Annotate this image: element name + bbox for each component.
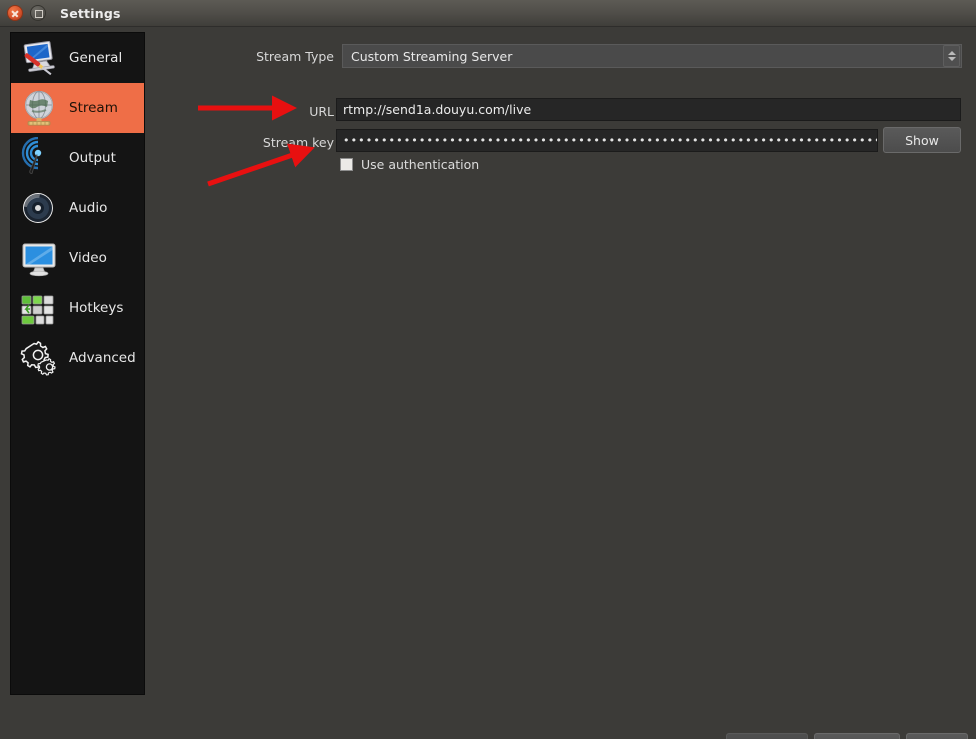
video-icon: [15, 235, 63, 281]
chevron-up-icon: [947, 51, 956, 55]
chevron-down-icon: [947, 57, 956, 61]
sidebar-item-general[interactable]: General: [11, 33, 144, 83]
sidebar-item-hotkeys[interactable]: Hotkeys: [11, 283, 144, 333]
stream-settings-pane: Stream Type Custom Streaming Server URL …: [152, 32, 972, 687]
sidebar-item-output[interactable]: Output: [11, 133, 144, 183]
stream-type-combobox[interactable]: Custom Streaming Server: [342, 44, 962, 68]
cancel-button[interactable]: Cancel: [814, 733, 900, 739]
title-bar: Settings: [0, 0, 976, 27]
stream-type-spinner[interactable]: [943, 45, 960, 67]
url-input[interactable]: rtmp://send1a.douyu.com/live: [336, 98, 961, 121]
apply-button[interactable]: Apply: [726, 733, 808, 739]
sidebar-item-label: Audio: [69, 200, 108, 216]
audio-icon: [15, 185, 63, 231]
hotkeys-icon: [15, 285, 63, 331]
sidebar-item-label: Video: [69, 250, 107, 266]
use-authentication-row[interactable]: Use authentication: [340, 157, 479, 172]
advanced-icon: [15, 335, 63, 381]
stream-key-label: Stream key: [262, 135, 334, 150]
stream-icon: [15, 85, 63, 131]
sidebar-item-stream[interactable]: Stream: [11, 83, 144, 133]
close-icon[interactable]: [7, 5, 23, 21]
sidebar-item-label: General: [69, 50, 123, 66]
settings-sidebar: General Stream Output Audio Video Hotkey…: [10, 32, 145, 695]
dialog-button-bar: Apply Cancel OK: [0, 689, 976, 739]
sidebar-item-label: Stream: [69, 100, 118, 116]
general-icon: [15, 35, 63, 81]
sidebar-item-advanced[interactable]: Advanced: [11, 333, 144, 383]
use-authentication-label: Use authentication: [361, 157, 480, 172]
settings-window: Settings General Stream Output Audio Vid…: [0, 0, 976, 739]
stream-key-masked-value: ••••••••••••••••••••••••••••••••••••••••…: [343, 135, 877, 146]
sidebar-item-video[interactable]: Video: [11, 233, 144, 283]
ok-button[interactable]: OK: [906, 733, 968, 739]
url-label: URL: [309, 104, 334, 119]
stream-key-input[interactable]: ••••••••••••••••••••••••••••••••••••••••…: [336, 129, 878, 152]
sidebar-item-label: Hotkeys: [69, 300, 124, 316]
stream-type-value: Custom Streaming Server: [351, 48, 513, 64]
maximize-icon[interactable]: [30, 5, 46, 21]
sidebar-item-audio[interactable]: Audio: [11, 183, 144, 233]
use-authentication-checkbox[interactable]: [340, 158, 353, 171]
show-stream-key-button[interactable]: Show: [883, 127, 961, 153]
sidebar-item-label: Advanced: [69, 350, 136, 366]
sidebar-item-label: Output: [69, 150, 116, 166]
window-title: Settings: [60, 5, 121, 21]
stream-type-label: Stream Type: [256, 49, 334, 64]
output-icon: [15, 135, 63, 181]
